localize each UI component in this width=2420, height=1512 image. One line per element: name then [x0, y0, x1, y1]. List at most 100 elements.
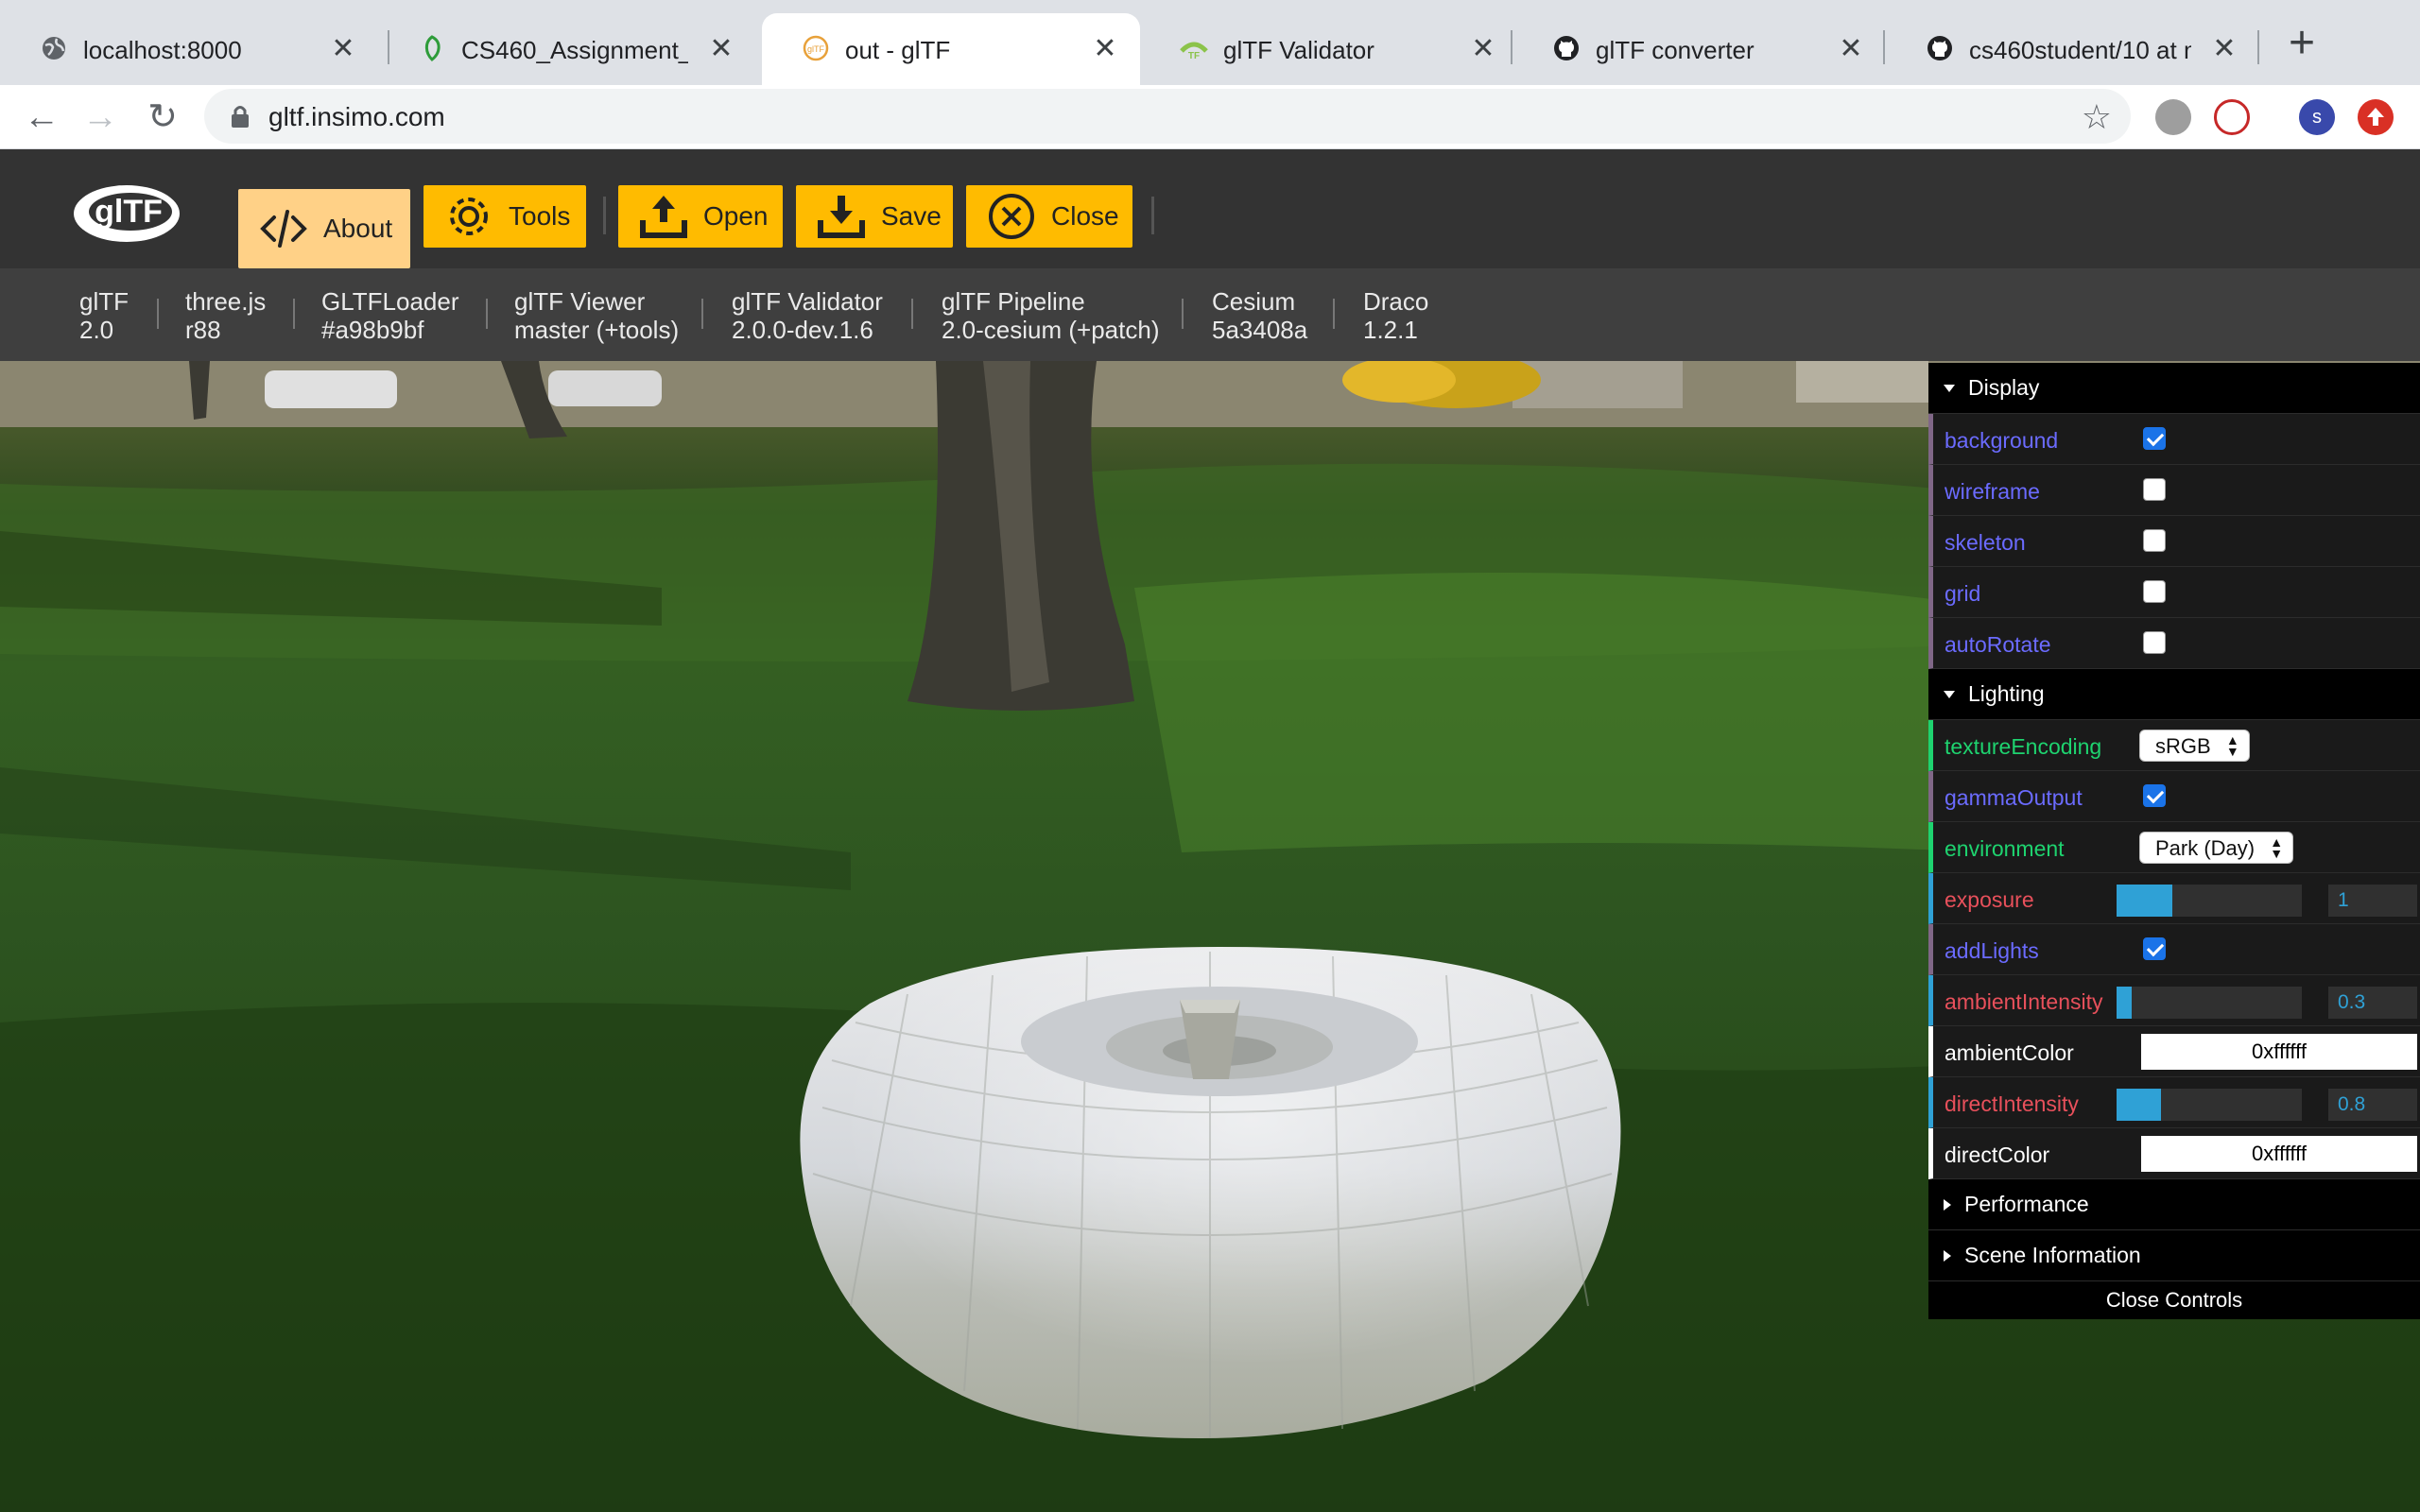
reload-icon[interactable]: ↻	[140, 94, 185, 140]
update-arrow-icon[interactable]	[2358, 99, 2394, 135]
texture-encoding-label: textureEncoding	[1945, 734, 2102, 759]
background-toggle-row[interactable]: background	[1928, 414, 2420, 465]
direct-color-input[interactable]: 0xffffff	[2141, 1136, 2417, 1172]
apple-3d-model[interactable]	[800, 947, 1621, 1438]
extension-chat-icon[interactable]	[2155, 99, 2191, 135]
gamma-output-checkbox[interactable]	[2143, 784, 2166, 807]
direct-intensity-slider[interactable]	[2117, 1089, 2302, 1121]
gltf-icon: glTF	[803, 35, 829, 61]
autorotate-checkbox[interactable]	[2143, 631, 2166, 654]
background-checkbox[interactable]	[2143, 427, 2166, 450]
scene-info-folder-header[interactable]: Scene Information	[1928, 1230, 2420, 1281]
logo-text: glTF	[95, 194, 163, 230]
direct-color-label: directColor	[1945, 1143, 2050, 1167]
github-icon	[1927, 36, 1952, 60]
autorotate-label: autoRotate	[1945, 632, 2051, 657]
wireframe-checkbox[interactable]	[2143, 478, 2166, 501]
environment-label: environment	[1945, 836, 2065, 861]
close-tab-icon[interactable]: ✕	[2210, 32, 2238, 65]
lighting-folder-title: Lighting	[1968, 681, 2045, 706]
close-circle-icon	[989, 194, 1034, 239]
add-lights-row[interactable]: addLights	[1928, 924, 2420, 975]
texture-encoding-row: textureEncoding sRGB ▲ ▼	[1928, 720, 2420, 771]
about-button[interactable]: About	[238, 189, 410, 268]
forward-arrow-icon[interactable]: →	[78, 94, 123, 140]
add-lights-label: addLights	[1945, 938, 2039, 963]
close-tab-icon[interactable]: ✕	[707, 32, 735, 65]
version-gltf-pipeline: glTF Pipeline 2.0-cesium (+patch)	[942, 287, 1160, 344]
texture-encoding-select[interactable]: sRGB ▲ ▼	[2139, 730, 2250, 762]
save-button[interactable]: Save	[796, 185, 953, 248]
folder-open-icon	[1944, 690, 1955, 698]
browser-tab-validator[interactable]: TF glTF Validator ✕	[1140, 13, 1518, 85]
close-button[interactable]: Close	[966, 185, 1132, 248]
skeleton-checkbox[interactable]	[2143, 529, 2166, 552]
performance-folder-header[interactable]: Performance	[1928, 1179, 2420, 1230]
browser-tab-assignment[interactable]: CS460_Assignment_10 ✕	[378, 13, 756, 85]
lock-icon	[232, 106, 249, 128]
close-tab-icon[interactable]: ✕	[1469, 32, 1497, 65]
app-header: glTF About Tools Open Save Close	[0, 149, 2420, 268]
extension-shield-icon[interactable]	[2214, 99, 2250, 135]
browser-tab-github-repo[interactable]: cs460student/10 at ma ✕	[1886, 13, 2259, 85]
new-tab-plus-icon[interactable]: +	[2278, 17, 2325, 69]
version-gltf-validator: glTF Validator 2.0.0-dev.1.6	[732, 287, 883, 344]
tab-title: CS460_Assignment_10	[461, 36, 688, 64]
background-label: background	[1945, 428, 2059, 453]
grid-toggle-row[interactable]: grid	[1928, 567, 2420, 618]
lighting-folder-header[interactable]: Lighting	[1928, 669, 2420, 720]
skeleton-label: skeleton	[1945, 530, 2026, 555]
version-gltf: glTF 2.0	[79, 287, 129, 344]
skeleton-toggle-row[interactable]: skeleton	[1928, 516, 2420, 567]
version-cesium: Cesium 5a3408a	[1212, 287, 1308, 344]
close-tab-icon[interactable]: ✕	[329, 32, 357, 65]
controls-panel: Display background wireframe skeleton gr…	[1928, 363, 2420, 1319]
globe-icon	[43, 37, 65, 60]
exposure-input[interactable]: 1	[2328, 885, 2417, 917]
folder-closed-icon	[1944, 1198, 1951, 1211]
tab-title: glTF Validator	[1223, 36, 1374, 64]
ambient-intensity-slider[interactable]	[2117, 987, 2302, 1019]
display-folder-header[interactable]: Display	[1928, 363, 2420, 414]
gltf-logo[interactable]: glTF	[68, 178, 191, 244]
address-bar[interactable]: gltf.insimo.com ☆	[204, 89, 2131, 144]
exposure-slider[interactable]	[2117, 885, 2302, 917]
wireframe-toggle-row[interactable]: wireframe	[1928, 465, 2420, 516]
tools-label: Tools	[509, 201, 571, 231]
browser-tab-gltf[interactable]: glTF out - glTF ✕	[762, 13, 1140, 85]
github-icon	[1554, 36, 1579, 60]
gamma-output-row[interactable]: gammaOutput	[1928, 771, 2420, 822]
ambient-intensity-row: ambientIntensity 0.3	[1928, 975, 2420, 1026]
grid-checkbox[interactable]	[2143, 580, 2166, 603]
bookmark-star-icon[interactable]: ☆	[2082, 97, 2112, 137]
open-button[interactable]: Open	[618, 185, 783, 248]
grid-label: grid	[1945, 581, 1981, 606]
profile-avatar[interactable]: s	[2299, 99, 2335, 135]
about-label: About	[323, 214, 393, 243]
tab-title: cs460student/10 at ma	[1969, 36, 2191, 64]
add-lights-checkbox[interactable]	[2143, 937, 2166, 960]
autorotate-toggle-row[interactable]: autoRotate	[1928, 618, 2420, 669]
direct-color-row: directColor 0xffffff	[1928, 1128, 2420, 1179]
display-folder-title: Display	[1968, 375, 2040, 400]
gear-icon	[450, 198, 488, 235]
ambient-intensity-label: ambientIntensity	[1945, 989, 2103, 1014]
direct-intensity-input[interactable]: 0.8	[2328, 1089, 2417, 1121]
version-threejs: three.js r88	[185, 287, 267, 344]
gamma-output-label: gammaOutput	[1945, 785, 2083, 810]
version-bar: glTF 2.0 three.js r88 GLTFLoader #a98b9bf g…	[0, 268, 2420, 361]
back-arrow-icon[interactable]: ←	[19, 94, 64, 140]
gltf-validator-icon: TF	[1180, 42, 1208, 61]
ambient-color-input[interactable]: 0xffffff	[2141, 1034, 2417, 1070]
tools-button[interactable]: Tools	[424, 185, 586, 248]
close-tab-icon[interactable]: ✕	[1837, 32, 1865, 65]
environment-select[interactable]: Park (Day) ▲ ▼	[2139, 832, 2294, 864]
tab-title: localhost:8000	[83, 36, 242, 64]
tab-title: glTF converter	[1596, 36, 1754, 64]
close-tab-icon[interactable]: ✕	[1091, 32, 1119, 65]
ambient-intensity-input[interactable]: 0.3	[2328, 987, 2417, 1019]
close-controls-button[interactable]: Close Controls	[1928, 1281, 2420, 1319]
browser-tab-converter[interactable]: glTF converter ✕	[1512, 13, 1886, 85]
browser-tab-localhost[interactable]: localhost:8000 ✕	[0, 13, 378, 85]
download-icon	[818, 196, 865, 238]
